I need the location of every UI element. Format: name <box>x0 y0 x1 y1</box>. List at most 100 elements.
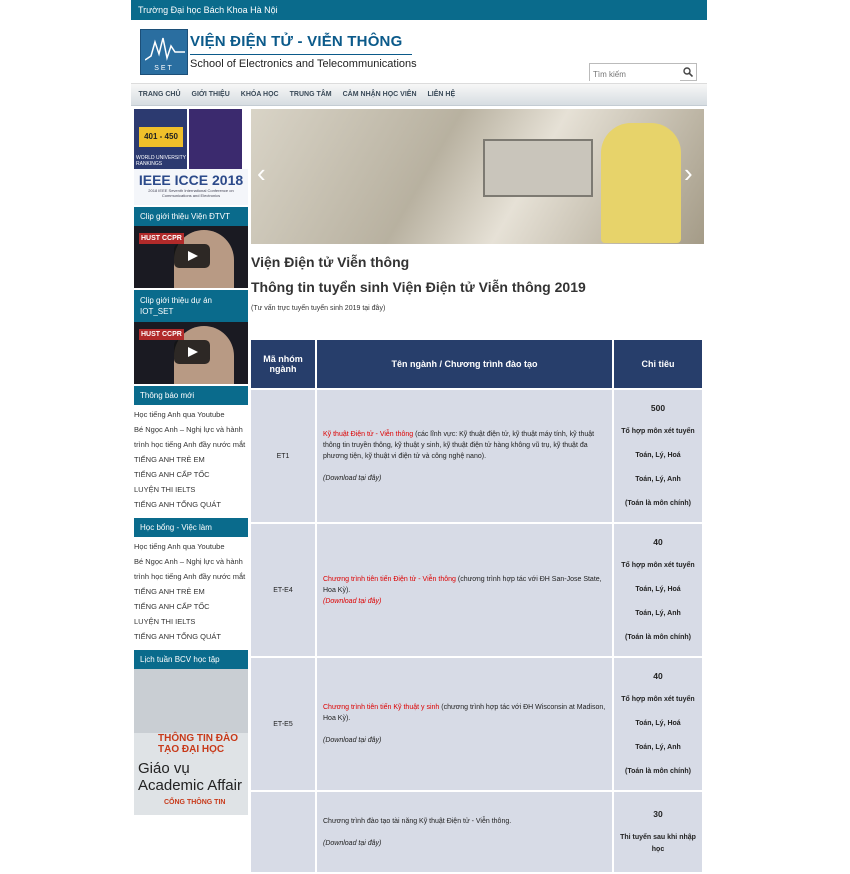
notice-list: Học tiếng Anh qua Youtube Bé Ngọc Anh – … <box>134 405 248 516</box>
nav-item-about[interactable]: GIỚI THIỆU <box>186 84 235 105</box>
ranking-image[interactable]: 401 - 450 WORLD UNIVERSITY RANKINGS <box>134 109 187 169</box>
table-row: Chương trình đào tạo tài năng Kỹ thuật Đ… <box>251 792 702 872</box>
icce-banner[interactable]: IEEE ICCE 2018 2018 IEEE Seventh Interna… <box>134 169 248 205</box>
program-code: ET1 <box>251 390 315 522</box>
set-logo[interactable]: SET <box>140 29 188 75</box>
notice-item[interactable]: TIẾNG ANH TỔNG QUÁT <box>134 497 248 512</box>
program-cell: Chương trình tiên tiến Điện tử - Viễn th… <box>317 524 612 656</box>
program-name-link[interactable]: Chương trình tiên tiến Kỹ thuật y sinh <box>323 704 439 711</box>
academic-banner[interactable]: THÔNG TIN ĐÀO TẠO ĐẠI HỌC Giáo vụ Academ… <box>134 669 248 815</box>
institute-image[interactable] <box>189 109 242 169</box>
combo-option: Toán, Lý, Hoá <box>635 586 681 593</box>
nav-item-courses[interactable]: KHÓA HỌC <box>235 84 284 105</box>
column-header-code: Mã nhóm ngành <box>251 340 315 388</box>
scholarship-item[interactable]: Bé Ngọc Anh – Nghị lực và hành <box>134 554 248 569</box>
download-link[interactable]: (Download tại đây) <box>323 737 381 744</box>
nav-item-testimonials[interactable]: CẢM NHẬN HỌC VIÊN <box>337 84 422 105</box>
rank-caption: WORLD UNIVERSITY RANKINGS <box>136 155 186 167</box>
university-name[interactable]: Trường Đại học Bách Khoa Hà Nội <box>138 5 278 15</box>
combo-option: Toán, Lý, Anh <box>635 610 681 617</box>
quota-cell: 40 Tổ hợp môn xét tuyển Toán, Lý, Hoá To… <box>614 524 702 656</box>
page-title: Viện Điện tử Viễn thông <box>251 254 410 270</box>
video2-heading: Clip giới thiệu dự án IOT_SET <box>134 290 248 322</box>
notice-item[interactable]: TIẾNG ANH CẤP TỐC <box>134 467 248 482</box>
table-row: ET-E5 Chương trình tiên tiến Kỹ thuật y … <box>251 658 702 790</box>
quota-value: 500 <box>650 403 666 413</box>
consult-link[interactable]: (Tư vấn trực tuyến tuyển sinh 2019 tại đ… <box>251 305 704 312</box>
program-name-link[interactable]: Kỹ thuật Điện tử - Viễn thông <box>323 431 413 438</box>
program-code: ET-E5 <box>251 658 315 790</box>
scholarship-item[interactable]: TIẾNG ANH TRẺ EM <box>134 584 248 599</box>
scholarship-item[interactable]: trình học tiếng Anh đầy nước mắt <box>134 569 248 584</box>
scholarship-item[interactable]: TIẾNG ANH TỔNG QUÁT <box>134 629 248 644</box>
notice-item[interactable]: Bé Ngọc Anh – Nghị lực và hành <box>134 422 248 437</box>
program-cell: Chương trình đào tạo tài năng Kỹ thuật Đ… <box>317 792 612 872</box>
ranking-banner[interactable]: 401 - 450 WORLD UNIVERSITY RANKINGS <box>134 109 248 169</box>
sidebar: 401 - 450 WORLD UNIVERSITY RANKINGS IEEE… <box>134 109 248 815</box>
column-header-quota: Chỉ tiêu <box>614 340 702 388</box>
search-input[interactable] <box>590 66 680 83</box>
calendar-image <box>134 669 248 733</box>
nav-item-centers[interactable]: TRUNG TÂM <box>284 84 337 105</box>
video1-heading: Clip giới thiệu Viện ĐTVT <box>134 207 248 226</box>
image-slider[interactable]: ‹ › <box>251 109 704 244</box>
combo-label: Tổ hợp môn xét tuyển <box>621 562 695 569</box>
chevron-left-icon[interactable]: ‹ <box>257 160 271 186</box>
nav-item-contact[interactable]: LIÊN HỆ <box>422 84 461 105</box>
video2-label: HUST CCPR <box>139 329 184 340</box>
site-title[interactable]: VIỆN ĐIỆN TỬ - VIỄN THÔNG <box>190 33 402 50</box>
combo-label: Tổ hợp môn xét tuyển <box>621 428 695 435</box>
video2-player[interactable]: HUST CCPR <box>134 322 248 384</box>
program-code <box>251 792 315 872</box>
column-header-program: Tên ngành / Chương trình đào tạo <box>317 340 612 388</box>
download-link[interactable]: (Download tại đây) <box>323 475 381 482</box>
main-nav: TRANG CHỦ GIỚI THIỆU KHÓA HỌC TRUNG TÂM … <box>131 84 707 106</box>
main-content: ‹ › Viện Điện tử Viễn thông Thông tin tu… <box>251 109 704 874</box>
program-cell: Kỹ thuật Điện tử - Viễn thông (các lĩnh … <box>317 390 612 522</box>
academic-banner-title: THÔNG TIN ĐÀO TẠO ĐẠI HỌC <box>158 733 238 755</box>
combo-option: Toán, Lý, Hoá <box>635 452 681 459</box>
quota-cell: 40 Tổ hợp môn xét tuyển Toán, Lý, Hoá To… <box>614 658 702 790</box>
notice-item[interactable]: Học tiếng Anh qua Youtube <box>134 407 248 422</box>
chevron-right-icon[interactable]: › <box>684 160 698 186</box>
scholarship-item[interactable]: LUYỆN THI IELTS <box>134 614 248 629</box>
notice-item[interactable]: trình học tiếng Anh đầy nước mắt <box>134 437 248 452</box>
notice-item[interactable]: LUYỆN THI IELTS <box>134 482 248 497</box>
combo-option: Toán, Lý, Hoá <box>635 720 681 727</box>
title-divider <box>190 54 412 55</box>
academic-banner-subtitle: Giáo vụ Academic Affair <box>138 760 242 794</box>
search-box <box>589 63 697 83</box>
table-row: ET-E4 Chương trình tiên tiến Điện tử - V… <box>251 524 702 656</box>
schedule-heading: Lịch tuần BCV học tập <box>134 650 248 669</box>
search-icon[interactable] <box>683 67 693 77</box>
control-panel-image <box>483 139 593 197</box>
nav-item-home[interactable]: TRANG CHỦ <box>133 84 186 105</box>
scholarship-list: Học tiếng Anh qua Youtube Bé Ngọc Anh – … <box>134 537 248 648</box>
site-subtitle: School of Electronics and Telecommunicat… <box>190 58 417 70</box>
program-cell: Chương trình tiên tiến Kỹ thuật y sinh (… <box>317 658 612 790</box>
play-icon[interactable] <box>174 244 210 268</box>
rank-badge: 401 - 450 <box>139 127 183 147</box>
quota-value: 40 <box>653 537 663 547</box>
combo-note: (Toán là môn chính) <box>625 634 691 641</box>
signal-wave-icon <box>145 37 185 61</box>
quota-cell: 500 Tổ hợp môn xét tuyển Toán, Lý, Hoá T… <box>614 390 702 522</box>
quota-value: 40 <box>653 671 663 681</box>
portal-label: CỔNG THÔNG TIN <box>164 799 226 806</box>
site-header: SET VIỆN ĐIỆN TỬ - VIỄN THÔNG School of … <box>131 20 707 84</box>
download-link[interactable]: (Download tại đây) <box>323 840 381 847</box>
combo-label: Tổ hợp môn xét tuyển <box>621 696 695 703</box>
page-subtitle: Thông tin tuyển sinh Viện Điện tử Viễn t… <box>251 279 586 295</box>
play-icon[interactable] <box>174 340 210 364</box>
scholarship-item[interactable]: TIẾNG ANH CẤP TỐC <box>134 599 248 614</box>
logo-text: SET <box>154 65 174 72</box>
notice-item[interactable]: TIẾNG ANH TRẺ EM <box>134 452 248 467</box>
program-name-link[interactable]: Chương trình tiên tiến Điện tử - Viễn th… <box>323 576 456 583</box>
video1-player[interactable]: HUST CCPR <box>134 226 248 288</box>
table-row: ET1 Kỹ thuật Điện tử - Viễn thông (các l… <box>251 390 702 522</box>
scholarship-item[interactable]: Học tiếng Anh qua Youtube <box>134 539 248 554</box>
quota-cell: 30 Thi tuyển sau khi nhập học <box>614 792 702 872</box>
person-image <box>601 123 681 243</box>
download-link[interactable]: (Download tại đây) <box>323 598 381 605</box>
combo-option: Toán, Lý, Anh <box>635 476 681 483</box>
